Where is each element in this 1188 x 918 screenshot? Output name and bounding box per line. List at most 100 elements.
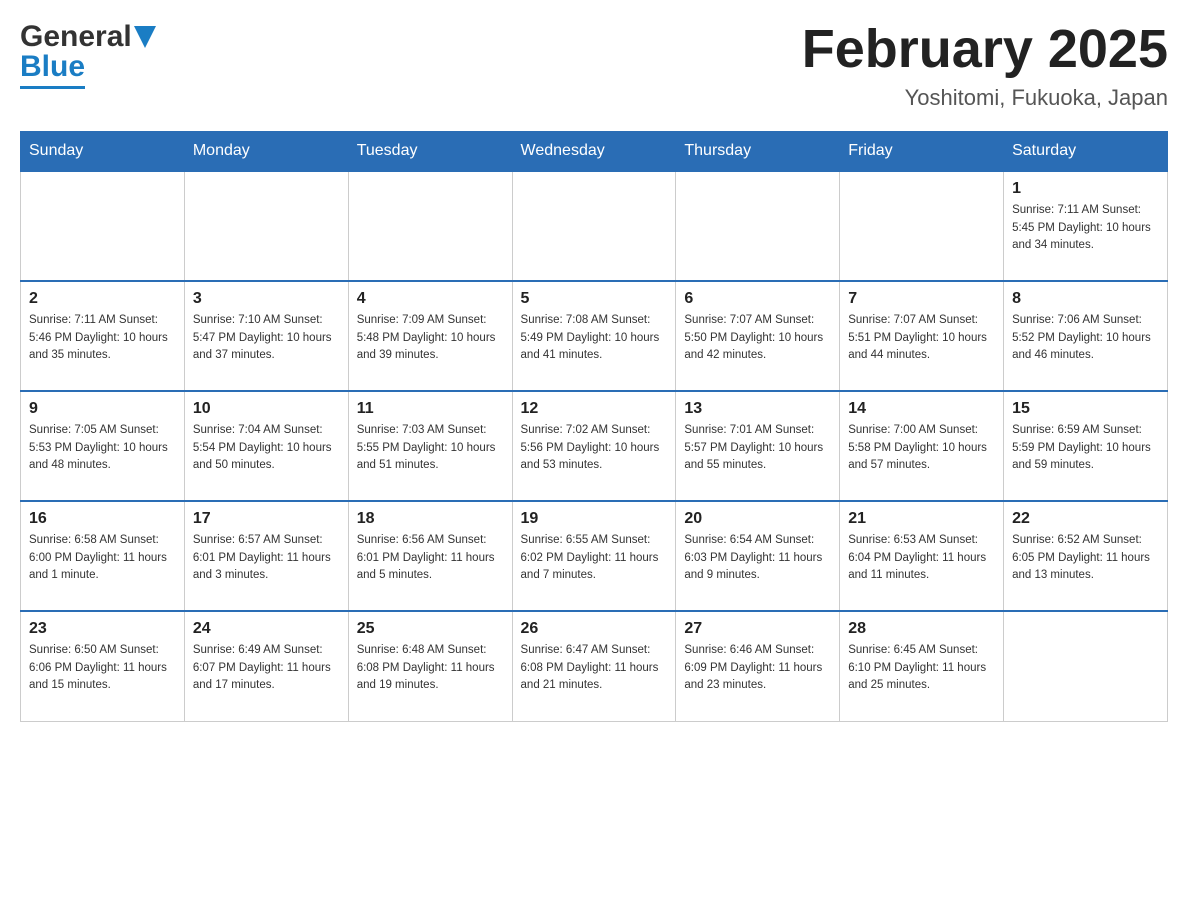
cell-info: Sunrise: 7:07 AM Sunset: 5:51 PM Dayligh… <box>848 312 995 364</box>
calendar-cell: 2 Sunrise: 7:11 AM Sunset: 5:46 PM Daylig… <box>21 281 185 391</box>
title-block: February 2025 Yoshitomi, Fukuoka, Japan <box>802 20 1168 111</box>
day-number: 10 <box>193 400 340 418</box>
cell-info: Sunrise: 7:00 AM Sunset: 5:58 PM Dayligh… <box>848 422 995 474</box>
calendar-week-row: 9 Sunrise: 7:05 AM Sunset: 5:53 PM Daylig… <box>21 391 1168 501</box>
logo: General Blue <box>20 20 156 89</box>
logo-blue: Blue <box>20 50 85 89</box>
cell-info: Sunrise: 6:46 AM Sunset: 6:09 PM Dayligh… <box>684 642 831 694</box>
cell-info: Sunrise: 7:01 AM Sunset: 5:57 PM Dayligh… <box>684 422 831 474</box>
calendar-cell: 23Sunrise: 6:50 AM Sunset: 6:06 PM Dayli… <box>21 611 185 721</box>
day-number: 7 <box>848 290 995 308</box>
cell-info: Sunrise: 7:05 AM Sunset: 5:53 PM Dayligh… <box>29 422 176 474</box>
cell-info: Sunrise: 6:45 AM Sunset: 6:10 PM Dayligh… <box>848 642 995 694</box>
cell-info: Sunrise: 6:59 AM Sunset: 5:59 PM Dayligh… <box>1012 422 1159 474</box>
weekday-header-wednesday: Wednesday <box>512 132 676 172</box>
logo-general: General <box>20 20 132 54</box>
page-header: General Blue February 2025 Yoshitomi, Fu… <box>20 20 1168 111</box>
cell-info: Sunrise: 7:10 AM Sunset: 5:47 PM Dayligh… <box>193 312 340 364</box>
calendar-cell: 1 Sunrise: 7:11 AM Sunset: 5:45 PM Daylig… <box>1004 171 1168 281</box>
day-number: 2 <box>29 290 176 308</box>
calendar-cell: 22 Sunrise: 6:52 AM Sunset: 6:05 PM Dayli… <box>1004 501 1168 611</box>
day-number: 16 <box>29 510 176 528</box>
cell-info: Sunrise: 7:03 AM Sunset: 5:55 PM Dayligh… <box>357 422 504 474</box>
calendar-week-row: 23Sunrise: 6:50 AM Sunset: 6:06 PM Dayli… <box>21 611 1168 721</box>
calendar-cell: 6 Sunrise: 7:07 AM Sunset: 5:50 PM Daylig… <box>676 281 840 391</box>
cell-info: Sunrise: 6:53 AM Sunset: 6:04 PM Dayligh… <box>848 532 995 584</box>
cell-info: Sunrise: 6:49 AM Sunset: 6:07 PM Dayligh… <box>193 642 340 694</box>
calendar-cell: 19 Sunrise: 6:55 AM Sunset: 6:02 PM Dayli… <box>512 501 676 611</box>
calendar-cell: 25 Sunrise: 6:48 AM Sunset: 6:08 PM Dayli… <box>348 611 512 721</box>
calendar-cell: 8 Sunrise: 7:06 AM Sunset: 5:52 PM Daylig… <box>1004 281 1168 391</box>
day-number: 26 <box>521 620 668 638</box>
calendar-cell <box>840 171 1004 281</box>
calendar-cell: 13 Sunrise: 7:01 AM Sunset: 5:57 PM Dayli… <box>676 391 840 501</box>
day-number: 8 <box>1012 290 1159 308</box>
calendar-cell: 24Sunrise: 6:49 AM Sunset: 6:07 PM Dayli… <box>184 611 348 721</box>
weekday-header-thursday: Thursday <box>676 132 840 172</box>
cell-info: Sunrise: 6:47 AM Sunset: 6:08 PM Dayligh… <box>521 642 668 694</box>
cell-info: Sunrise: 7:06 AM Sunset: 5:52 PM Dayligh… <box>1012 312 1159 364</box>
calendar-cell: 17 Sunrise: 6:57 AM Sunset: 6:01 PM Dayli… <box>184 501 348 611</box>
day-number: 3 <box>193 290 340 308</box>
calendar-table: SundayMondayTuesdayWednesdayThursdayFrid… <box>20 131 1168 722</box>
calendar-cell: 21 Sunrise: 6:53 AM Sunset: 6:04 PM Dayli… <box>840 501 1004 611</box>
weekday-header-sunday: Sunday <box>21 132 185 172</box>
calendar-header-row: SundayMondayTuesdayWednesdayThursdayFrid… <box>21 132 1168 172</box>
cell-info: Sunrise: 6:48 AM Sunset: 6:08 PM Dayligh… <box>357 642 504 694</box>
calendar-cell: 3 Sunrise: 7:10 AM Sunset: 5:47 PM Daylig… <box>184 281 348 391</box>
location-title: Yoshitomi, Fukuoka, Japan <box>802 85 1168 111</box>
month-title: February 2025 <box>802 20 1168 79</box>
day-number: 17 <box>193 510 340 528</box>
calendar-cell: 11 Sunrise: 7:03 AM Sunset: 5:55 PM Dayli… <box>348 391 512 501</box>
day-number: 23 <box>29 620 176 638</box>
weekday-header-tuesday: Tuesday <box>348 132 512 172</box>
calendar-cell: 9 Sunrise: 7:05 AM Sunset: 5:53 PM Daylig… <box>21 391 185 501</box>
calendar-week-row: 2 Sunrise: 7:11 AM Sunset: 5:46 PM Daylig… <box>21 281 1168 391</box>
cell-info: Sunrise: 7:11 AM Sunset: 5:46 PM Dayligh… <box>29 312 176 364</box>
day-number: 6 <box>684 290 831 308</box>
day-number: 22 <box>1012 510 1159 528</box>
calendar-cell: 5Sunrise: 7:08 AM Sunset: 5:49 PM Daylig… <box>512 281 676 391</box>
day-number: 14 <box>848 400 995 418</box>
logo-triangle-icon <box>134 26 156 48</box>
weekday-header-saturday: Saturday <box>1004 132 1168 172</box>
day-number: 19 <box>521 510 668 528</box>
calendar-cell: 15 Sunrise: 6:59 AM Sunset: 5:59 PM Dayli… <box>1004 391 1168 501</box>
cell-info: Sunrise: 6:55 AM Sunset: 6:02 PM Dayligh… <box>521 532 668 584</box>
cell-info: Sunrise: 6:58 AM Sunset: 6:00 PM Dayligh… <box>29 532 176 584</box>
cell-info: Sunrise: 6:57 AM Sunset: 6:01 PM Dayligh… <box>193 532 340 584</box>
calendar-cell <box>512 171 676 281</box>
calendar-cell: 27 Sunrise: 6:46 AM Sunset: 6:09 PM Dayli… <box>676 611 840 721</box>
day-number: 11 <box>357 400 504 418</box>
day-number: 13 <box>684 400 831 418</box>
day-number: 28 <box>848 620 995 638</box>
cell-info: Sunrise: 7:09 AM Sunset: 5:48 PM Dayligh… <box>357 312 504 364</box>
day-number: 4 <box>357 290 504 308</box>
cell-info: Sunrise: 7:04 AM Sunset: 5:54 PM Dayligh… <box>193 422 340 474</box>
calendar-cell: 7 Sunrise: 7:07 AM Sunset: 5:51 PM Daylig… <box>840 281 1004 391</box>
calendar-cell: 28 Sunrise: 6:45 AM Sunset: 6:10 PM Dayli… <box>840 611 1004 721</box>
calendar-cell: 16 Sunrise: 6:58 AM Sunset: 6:00 PM Dayli… <box>21 501 185 611</box>
calendar-cell <box>1004 611 1168 721</box>
day-number: 21 <box>848 510 995 528</box>
calendar-week-row: 1 Sunrise: 7:11 AM Sunset: 5:45 PM Daylig… <box>21 171 1168 281</box>
day-number: 27 <box>684 620 831 638</box>
day-number: 1 <box>1012 180 1159 198</box>
calendar-cell: 4 Sunrise: 7:09 AM Sunset: 5:48 PM Daylig… <box>348 281 512 391</box>
day-number: 25 <box>357 620 504 638</box>
cell-info: Sunrise: 7:07 AM Sunset: 5:50 PM Dayligh… <box>684 312 831 364</box>
calendar-cell <box>348 171 512 281</box>
calendar-cell: 14 Sunrise: 7:00 AM Sunset: 5:58 PM Dayli… <box>840 391 1004 501</box>
day-number: 9 <box>29 400 176 418</box>
calendar-cell <box>676 171 840 281</box>
calendar-cell <box>184 171 348 281</box>
calendar-cell: 26 Sunrise: 6:47 AM Sunset: 6:08 PM Dayli… <box>512 611 676 721</box>
calendar-cell: 18Sunrise: 6:56 AM Sunset: 6:01 PM Dayli… <box>348 501 512 611</box>
calendar-cell: 10 Sunrise: 7:04 AM Sunset: 5:54 PM Dayli… <box>184 391 348 501</box>
day-number: 15 <box>1012 400 1159 418</box>
calendar-cell: 20 Sunrise: 6:54 AM Sunset: 6:03 PM Dayli… <box>676 501 840 611</box>
cell-info: Sunrise: 6:52 AM Sunset: 6:05 PM Dayligh… <box>1012 532 1159 584</box>
day-number: 20 <box>684 510 831 528</box>
cell-info: Sunrise: 7:11 AM Sunset: 5:45 PM Dayligh… <box>1012 202 1159 254</box>
cell-info: Sunrise: 6:54 AM Sunset: 6:03 PM Dayligh… <box>684 532 831 584</box>
